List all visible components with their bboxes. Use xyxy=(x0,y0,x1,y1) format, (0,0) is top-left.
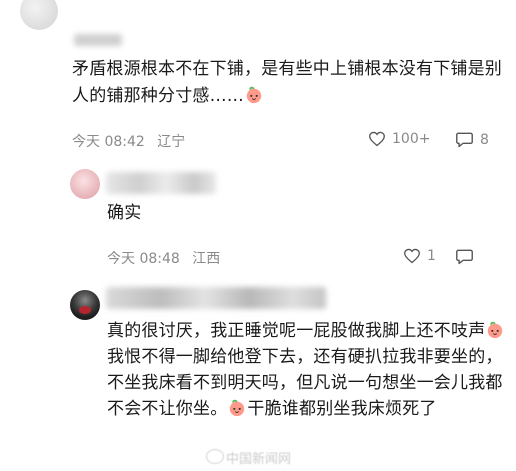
comment-location: 辽宁 xyxy=(157,134,186,150)
reply-count: 8 xyxy=(480,131,489,148)
comment-time: 今天 08:48 xyxy=(107,251,180,267)
like-count: 1 xyxy=(427,248,436,264)
weibo-logo-icon xyxy=(206,449,224,464)
comment-text: 矛盾根源根本不在下铺，是有些中上铺根本没有下铺是别人的铺那种分寸感…… xyxy=(72,56,512,110)
comment-time: 今天 08:42 xyxy=(72,134,145,150)
avatar[interactable] xyxy=(20,0,58,30)
like-button[interactable]: 1 xyxy=(403,248,436,264)
reply-button[interactable]: 8 xyxy=(455,131,489,148)
avatar[interactable] xyxy=(70,169,100,199)
heart-outline-icon xyxy=(369,131,385,147)
comment-bubble-icon xyxy=(456,249,473,265)
comment-text-part: 矛盾根源根本不在下铺，是有些中上铺根本没有下铺是别人的铺那种分寸感…… xyxy=(72,59,502,106)
comment-location: 江西 xyxy=(192,251,221,267)
comment-text: 确实 xyxy=(107,203,142,223)
avatar[interactable] xyxy=(70,290,100,320)
heart-outline-icon xyxy=(404,248,420,264)
peach-emoji-icon xyxy=(246,86,262,104)
comment-text-part: 干脆谁都别坐我床烦死了 xyxy=(247,399,437,419)
comment-text: 真的很讨厌，我正睡觉呢一屁股做我脚上还不吱声我恨不得一脚给他登下去，还有硬扒拉我… xyxy=(107,318,507,422)
like-button[interactable]: 100+ xyxy=(368,131,430,147)
comment-bubble-icon xyxy=(456,132,473,148)
blurred-username[interactable] xyxy=(106,172,216,194)
comment-text-part: 真的很讨厌，我正睡觉呢一屁股做我脚上还不吱声 xyxy=(107,321,486,341)
comment-meta: 今天 08:48 江西 xyxy=(107,248,228,268)
reply-button[interactable] xyxy=(455,248,474,265)
peach-emoji-icon xyxy=(488,321,503,339)
blurred-username[interactable] xyxy=(74,34,122,46)
peach-emoji-icon xyxy=(230,399,245,417)
watermark: 中国新闻网 xyxy=(226,452,292,467)
blurred-username[interactable] xyxy=(106,287,326,309)
like-count: 100+ xyxy=(392,131,431,147)
comment-meta: 今天 08:42 辽宁 xyxy=(72,131,193,151)
